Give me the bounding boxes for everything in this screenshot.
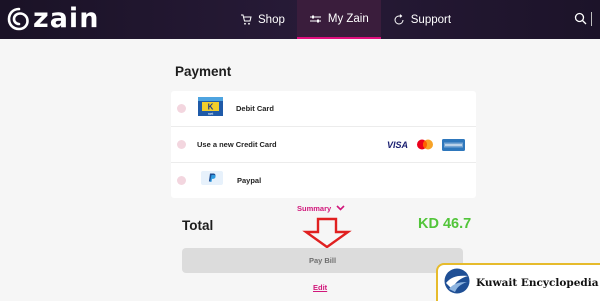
- zain-logo-icon: [7, 7, 29, 31]
- summary-toggle[interactable]: Summary: [297, 204, 345, 213]
- watermark-text: Kuwait Encyclopedia: [476, 277, 599, 289]
- search-icon[interactable]: [574, 12, 587, 30]
- nav-item-shop[interactable]: Shop: [228, 0, 297, 39]
- american-express-icon: [442, 138, 465, 151]
- payment-heading: Payment: [175, 64, 232, 79]
- payment-options-card: K net Debit Card Use a new Credit Card V…: [171, 91, 476, 198]
- sliders-icon: [309, 14, 322, 24]
- radio-button[interactable]: [177, 176, 186, 185]
- radio-button[interactable]: [177, 104, 186, 113]
- radio-button[interactable]: [177, 140, 186, 149]
- payment-option-paypal[interactable]: Paypal: [171, 163, 476, 198]
- nav-item-label: My Zain: [327, 12, 369, 25]
- chevron-down-icon: [336, 204, 345, 213]
- summary-label: Summary: [297, 204, 332, 213]
- nav-item-label: Shop: [258, 13, 285, 26]
- paypal-icon: [201, 171, 223, 190]
- mastercard-icon: [414, 138, 436, 151]
- option-label: Use a new Credit Card: [197, 140, 277, 149]
- nav-item-my-zain[interactable]: My Zain: [296, 0, 381, 39]
- top-navigation-bar: zain Shop My Zain Support: [0, 0, 600, 39]
- total-amount: KD 46.7: [418, 216, 472, 232]
- nav-divider: [591, 12, 592, 26]
- knet-icon: K net: [198, 96, 223, 121]
- shopping-cart-icon: [240, 14, 252, 26]
- card-brands: VISA: [387, 138, 465, 151]
- knet-subtext: net: [208, 111, 214, 116]
- option-label: Debit Card: [236, 104, 274, 113]
- nav-item-label: Support: [410, 13, 452, 26]
- refresh-icon: [393, 13, 405, 26]
- zain-logo[interactable]: zain: [6, 5, 99, 33]
- globe-icon: [443, 267, 471, 300]
- pay-bill-button[interactable]: Pay Bill: [182, 248, 463, 273]
- edit-link[interactable]: Edit: [313, 283, 327, 292]
- payment-option-credit-card[interactable]: Use a new Credit Card VISA: [171, 127, 476, 162]
- nav-item-support[interactable]: Support: [381, 0, 463, 39]
- total-label: Total: [182, 218, 214, 233]
- main-nav: Shop My Zain Support: [228, 0, 463, 39]
- option-label: Paypal: [237, 176, 262, 185]
- brand-name: zain: [33, 3, 100, 34]
- visa-logo: VISA: [386, 139, 408, 150]
- payment-option-debit-card[interactable]: K net Debit Card: [171, 91, 476, 126]
- watermark-badge: Kuwait Encyclopedia: [436, 263, 600, 301]
